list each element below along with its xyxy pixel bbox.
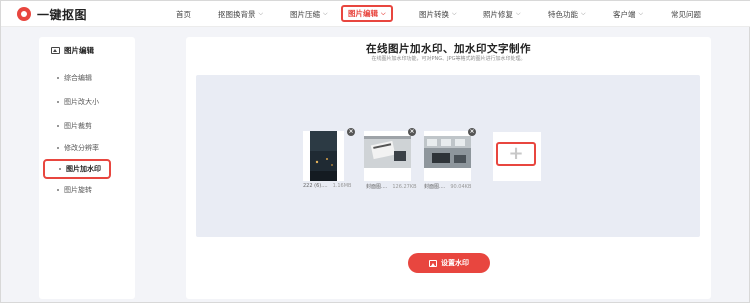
- chevron-down-icon: ⌵: [452, 10, 457, 17]
- nav-label: 常见问题: [671, 9, 701, 19]
- bullet-icon: [57, 189, 59, 191]
- bullet-icon: [57, 101, 59, 103]
- thumbnail-image: [424, 131, 471, 181]
- bullet-icon: [57, 77, 59, 79]
- sidebar-item-label: 综合编辑: [64, 74, 92, 82]
- sidebar-item-label: 修改分辨率: [64, 144, 99, 152]
- close-icon[interactable]: ×: [347, 128, 355, 136]
- thumbnail-size: 126.27KB: [392, 184, 417, 190]
- office-photo-icon: [424, 136, 471, 168]
- nav-label: 图片压缩: [290, 9, 320, 19]
- add-image-button[interactable]: +: [493, 132, 541, 181]
- nav-item-home[interactable]: 首页: [176, 7, 191, 21]
- nav-item-restore[interactable]: 照片修复 ⌵: [483, 7, 521, 21]
- dark-street-photo-icon: [310, 131, 337, 181]
- chevron-down-icon: ⌵: [258, 10, 264, 17]
- close-icon[interactable]: ×: [408, 128, 416, 136]
- nav-item-convert[interactable]: 图片转换 ⌵: [419, 7, 457, 21]
- thumbnail-size: 1.16MB: [332, 183, 352, 189]
- plus-icon: +: [496, 142, 536, 166]
- sidebar-item-resize[interactable]: 图片改大小: [57, 97, 99, 107]
- thumbnail-image: [364, 131, 411, 181]
- logo-icon: [17, 7, 31, 21]
- nav-label: 图片转换: [419, 9, 449, 19]
- logo-text: 一键抠图: [37, 7, 88, 22]
- nav-label: 特色功能: [548, 9, 578, 19]
- desk-photo-icon: [364, 136, 411, 168]
- top-navigation-bar: 一键抠图 首页 抠图换背景 ⌵ 图片压缩 ⌵ 图片编辑 ⌵ 图片转换 ⌵ 照片修…: [1, 1, 750, 27]
- chevron-down-icon: ⌵: [516, 10, 521, 17]
- page-title: 在线图片加水印、加水印文字制作: [366, 43, 531, 55]
- page-subtitle: 在线图片加水印功能，可对PNG、JPG等格式的图片进行加水印处理。: [371, 56, 526, 62]
- image-icon: [429, 259, 437, 267]
- nav-item-compress[interactable]: 图片压缩 ⌵: [290, 7, 328, 21]
- sidebar-item-crop[interactable]: 图片裁剪: [57, 121, 92, 131]
- sidebar-item-rotate[interactable]: 图片旋转: [57, 185, 92, 195]
- sidebar-item-label: 图片旋转: [64, 186, 92, 194]
- nav-item-client[interactable]: 客户端 ⌵: [613, 7, 643, 21]
- thumbnail-caption: 封面图.... 126.27KB: [366, 183, 417, 190]
- sidebar-item-resolution[interactable]: 修改分辨率: [57, 143, 99, 153]
- nav-item-faq[interactable]: 常见问题: [671, 7, 701, 21]
- sidebar-title-text: 图片编辑: [64, 46, 94, 55]
- nav-item-matting[interactable]: 抠图换背景 ⌵: [218, 7, 263, 21]
- thumbnail-caption: 封面图.... 90.04KB: [424, 183, 471, 190]
- nav-label: 图片编辑: [348, 9, 378, 18]
- bullet-icon: [57, 147, 59, 149]
- bullet-icon: [59, 168, 61, 170]
- sidebar-title: 图片编辑: [51, 45, 94, 56]
- logo[interactable]: 一键抠图: [17, 6, 87, 22]
- chevron-down-icon: ⌵: [323, 10, 328, 17]
- upload-area[interactable]: × 222 (6).... 1.16MB × 封面图.... 126.27KB: [196, 75, 700, 237]
- thumbnail-image: [303, 131, 344, 181]
- chevron-down-icon: ⌵: [638, 10, 644, 17]
- sidebar-item-label: 图片加水印: [66, 165, 101, 173]
- sidebar: 图片编辑 综合编辑 图片改大小 图片裁剪 修改分辨率 图片加水印 图片旋转: [39, 37, 135, 299]
- nav-label: 首页: [176, 9, 191, 19]
- nav-item-edit[interactable]: 图片编辑 ⌵: [341, 5, 393, 22]
- sidebar-item-general-edit[interactable]: 综合编辑: [57, 73, 92, 83]
- sidebar-item-watermark[interactable]: 图片加水印: [43, 159, 111, 179]
- bullet-icon: [57, 125, 59, 127]
- thumbnail-name: 封面图....: [424, 184, 446, 190]
- main-panel: 在线图片加水印、加水印文字制作 在线图片加水印功能，可对PNG、JPG等格式的图…: [186, 37, 711, 299]
- image-icon: [51, 47, 60, 54]
- thumbnail-size: 90.04KB: [450, 184, 472, 190]
- nav-label: 照片修复: [483, 9, 513, 19]
- nav-label: 客户端: [613, 9, 636, 19]
- thumbnail-name: 222 (6)....: [303, 183, 328, 189]
- thumbnail-name: 封面图....: [366, 184, 388, 190]
- close-icon[interactable]: ×: [468, 128, 476, 136]
- thumbnail-caption: 222 (6).... 1.16MB: [303, 183, 351, 189]
- nav-item-features[interactable]: 特色功能 ⌵: [548, 7, 586, 21]
- sidebar-item-label: 图片裁剪: [64, 122, 92, 130]
- nav-label: 抠图换背景: [218, 9, 256, 19]
- set-watermark-button[interactable]: 设置水印: [408, 253, 490, 273]
- chevron-down-icon: ⌵: [581, 10, 586, 17]
- sidebar-item-label: 图片改大小: [64, 98, 99, 106]
- chevron-down-icon: ⌵: [381, 9, 386, 17]
- set-watermark-label: 设置水印: [441, 259, 469, 267]
